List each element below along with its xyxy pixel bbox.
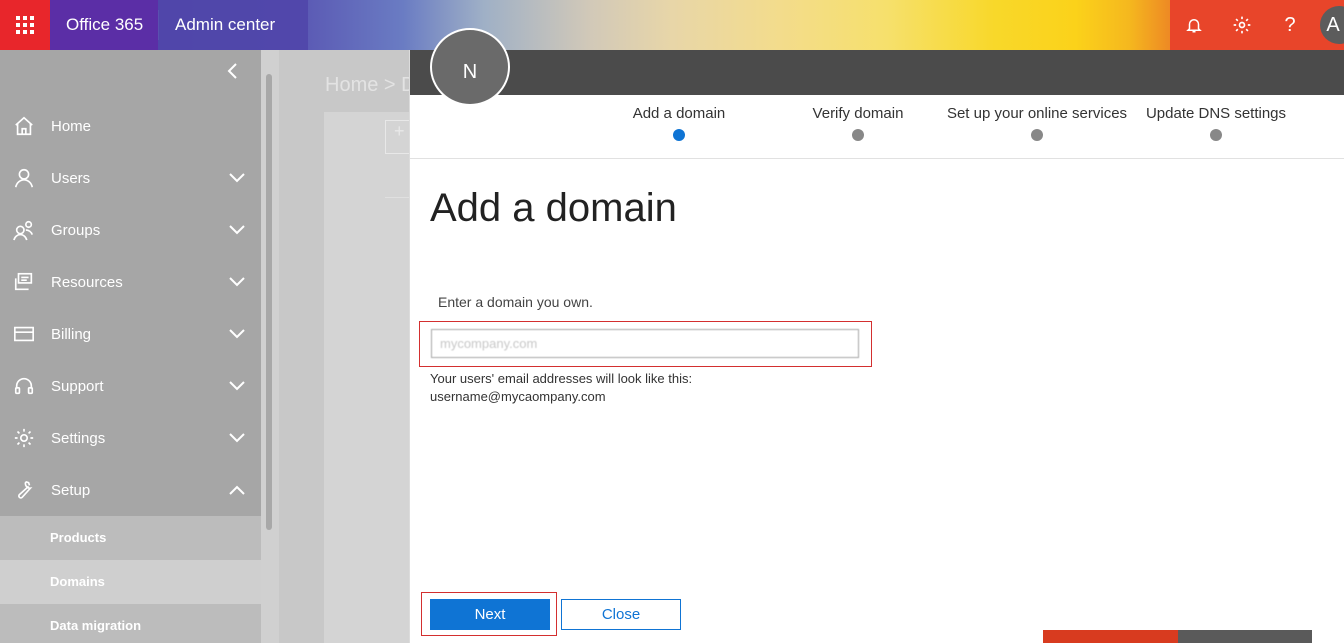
close-button[interactable]: Close xyxy=(561,599,681,630)
sidebar-subitem-domains[interactable]: Domains xyxy=(0,560,261,604)
panel-avatar: N xyxy=(430,28,510,106)
sidebar-scrollbar[interactable] xyxy=(261,50,279,643)
sidebar-item-label: Users xyxy=(51,169,91,187)
domain-field-label: Enter a domain you own. xyxy=(438,294,593,310)
sidebar-item-settings[interactable]: Settings xyxy=(0,412,261,464)
sidebar-item-billing[interactable]: Billing xyxy=(0,308,261,360)
sidebar-item-resources[interactable]: Resources xyxy=(0,256,261,308)
hint-line: Your users' email addresses will look li… xyxy=(430,371,693,386)
sidebar-item-label: Support xyxy=(51,377,104,395)
wizard-steps: Add a domain Verify domain Set up your o… xyxy=(410,95,1344,159)
chevron-down-icon xyxy=(213,433,261,443)
gear-icon xyxy=(0,427,48,449)
domain-field-highlight xyxy=(419,321,872,367)
next-button-highlight: Next xyxy=(421,592,557,636)
sidebar-item-support[interactable]: Support xyxy=(0,360,261,412)
top-bar: Office 365 Admin center ? A xyxy=(0,0,1344,50)
email-hint: Your users' email addresses will look li… xyxy=(430,370,692,406)
chevron-down-icon xyxy=(213,277,261,287)
help-icon[interactable]: ? xyxy=(1266,0,1314,50)
corner-accent xyxy=(1043,630,1178,643)
sidebar-item-groups[interactable]: Groups xyxy=(0,204,261,256)
sidebar-item-home[interactable]: Home xyxy=(0,100,261,152)
top-right-actions: ? A xyxy=(1170,0,1344,50)
waffle-icon xyxy=(16,16,34,34)
user-icon xyxy=(0,167,48,189)
step-label: Add a domain xyxy=(632,105,726,122)
add-domain-panel: N Add a domain Verify domain Set up your… xyxy=(409,28,1344,643)
sidebar-item-users[interactable]: Users xyxy=(0,152,261,204)
wrench-icon xyxy=(0,479,48,501)
hint-example: username@mycaompany.com xyxy=(430,389,606,404)
admin-center-title[interactable]: Admin center xyxy=(158,0,308,50)
headset-icon xyxy=(0,375,48,397)
sidebar-item-label: Billing xyxy=(51,325,92,343)
bell-icon[interactable] xyxy=(1170,0,1218,50)
sidebar-item-label: Settings xyxy=(51,429,106,447)
sidebar-subitem-products[interactable]: Products xyxy=(0,516,261,560)
next-button[interactable]: Next xyxy=(430,599,550,630)
office-365-link[interactable]: Office 365 xyxy=(50,0,158,50)
sidebar-item-label: Groups xyxy=(51,221,101,239)
step-current-dot xyxy=(673,129,685,141)
breadcrumb: Home > D xyxy=(325,74,416,96)
app-launcher-button[interactable] xyxy=(0,0,50,50)
sidebar-item-label: Setup xyxy=(51,481,91,499)
gear-icon[interactable] xyxy=(1218,0,1266,50)
step-dot xyxy=(852,129,864,141)
chevron-up-icon xyxy=(213,485,261,495)
groups-icon xyxy=(0,219,48,241)
sidebar-item-label: Home xyxy=(51,117,92,135)
chevron-down-icon xyxy=(213,173,261,183)
page-title: Add a domain xyxy=(430,186,677,230)
scrollbar-thumb[interactable] xyxy=(266,74,272,530)
home-icon xyxy=(0,115,48,137)
collapse-sidebar-icon[interactable] xyxy=(226,62,240,86)
step-dot xyxy=(1210,129,1222,141)
step-update-dns: Update DNS settings xyxy=(1116,105,1316,141)
step-label: Verify domain xyxy=(812,105,904,122)
resources-icon xyxy=(0,271,48,293)
chevron-down-icon xyxy=(213,225,261,235)
step-dot xyxy=(1031,129,1043,141)
billing-icon xyxy=(0,323,48,345)
sidebar: Home Users Groups Resources Billing Supp… xyxy=(0,50,261,643)
chevron-down-icon xyxy=(213,381,261,391)
step-verify-domain: Verify domain xyxy=(758,105,958,141)
step-online-services: Set up your online services xyxy=(937,105,1137,141)
sidebar-item-setup[interactable]: Setup xyxy=(0,464,261,516)
domain-input[interactable] xyxy=(431,329,859,358)
step-add-domain: Add a domain xyxy=(579,105,779,141)
corner-accent-dark xyxy=(1178,630,1312,643)
step-label: Set up your online services xyxy=(946,105,1128,122)
sidebar-subitem-data-migration[interactable]: Data migration xyxy=(0,604,261,643)
user-avatar[interactable]: A xyxy=(1320,6,1344,44)
sidebar-item-label: Resources xyxy=(51,273,123,291)
step-label: Update DNS settings xyxy=(1145,105,1287,122)
chevron-down-icon xyxy=(213,329,261,339)
panel-header xyxy=(410,50,1344,95)
